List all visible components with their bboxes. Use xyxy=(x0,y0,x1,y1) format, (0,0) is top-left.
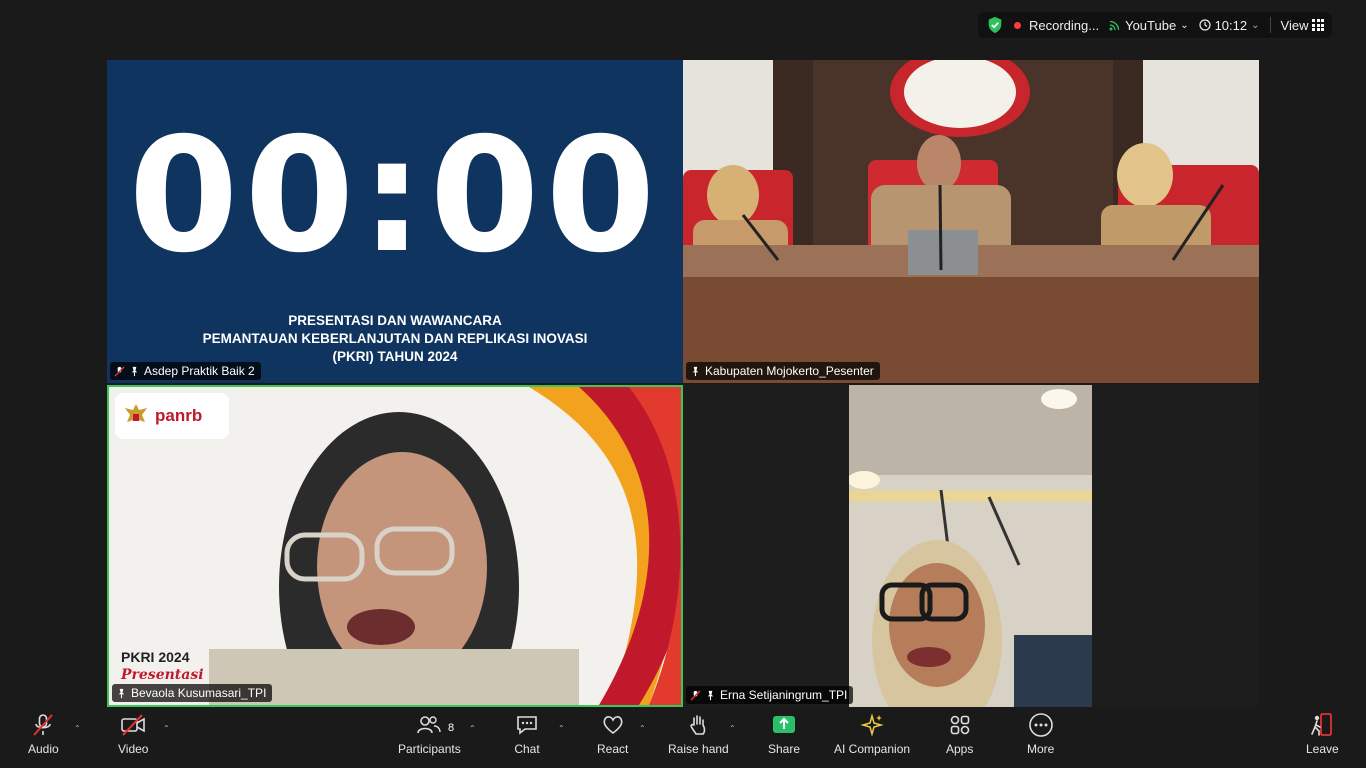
hand-icon xyxy=(685,712,711,738)
stream-label: YouTube xyxy=(1125,17,1177,33)
video-tile-asdep[interactable]: 00:00 PRESENTASI DAN WAWANCARA PEMANTAUA… xyxy=(107,60,683,383)
sparkle-icon xyxy=(859,712,885,738)
apps-label: Apps xyxy=(946,742,974,756)
share-screen-icon xyxy=(771,712,797,738)
divider xyxy=(1269,17,1271,33)
chevron-up-icon[interactable]: ⌃ xyxy=(558,724,565,733)
recording-dot-icon xyxy=(1014,21,1021,29)
more-label: More xyxy=(1027,742,1055,756)
participant-name: Erna Setijaningrum_TPI xyxy=(720,688,848,702)
raise-hand-button[interactable]: Raise hand xyxy=(668,712,729,756)
recording-label: Recording... xyxy=(1029,17,1100,33)
more-icon xyxy=(1028,712,1054,738)
chevron-up-icon[interactable]: ⌃ xyxy=(469,724,476,733)
pkri-subtitle: Presentasi xyxy=(121,667,204,683)
apps-button[interactable]: Apps xyxy=(946,712,973,756)
grid-view-icon xyxy=(1312,19,1325,31)
chat-label: Chat xyxy=(514,742,540,756)
security-shield-icon[interactable] xyxy=(986,16,1004,34)
leave-label: Leave xyxy=(1306,742,1339,756)
clock-icon xyxy=(1198,19,1211,31)
video-button[interactable]: Video xyxy=(118,712,148,756)
chevron-up-icon[interactable]: ⌃ xyxy=(74,724,81,733)
audio-button[interactable]: Audio xyxy=(28,712,59,756)
mic-muted-icon xyxy=(30,712,56,738)
participants-button[interactable]: Participants xyxy=(398,712,461,756)
participant-name-tag: Kabupaten Mojokerto_Pesenter xyxy=(686,362,880,380)
chat-button[interactable]: Chat xyxy=(514,712,540,756)
participants-count: 8 xyxy=(448,722,455,734)
pin-icon xyxy=(692,366,699,376)
participant-name: Bevaola Kusumasari_TPI xyxy=(131,686,267,700)
participant-name-tag: Bevaola Kusumasari_TPI xyxy=(112,684,273,702)
apps-icon xyxy=(947,712,973,738)
live-stream-indicator[interactable]: YouTube ⌄ xyxy=(1109,17,1189,33)
recording-indicator[interactable]: Recording... xyxy=(1014,18,1099,33)
meeting-toolbar: Audio ⌃ Video ⌃ Participants 8 ⌃ Chat ⌃ … xyxy=(0,708,1366,768)
live-signal-icon xyxy=(1109,20,1120,31)
react-button[interactable]: React xyxy=(597,712,628,756)
chevron-up-icon[interactable]: ⌃ xyxy=(639,724,646,733)
countdown-timer: 00:00 xyxy=(128,104,662,288)
video-off-icon xyxy=(120,712,146,738)
garuda-emblem-icon xyxy=(125,404,147,422)
participants-icon xyxy=(416,712,442,738)
leave-button[interactable]: Leave xyxy=(1306,712,1339,756)
react-label: React xyxy=(597,742,629,756)
participant-name-tag: Erna Setijaningrum_TPI xyxy=(686,686,854,704)
more-button[interactable]: More xyxy=(1027,712,1054,756)
leave-icon xyxy=(1309,712,1335,738)
participants-label: Participants xyxy=(398,742,461,756)
camera-feed-image xyxy=(683,60,1259,383)
chevron-down-icon: ⌄ xyxy=(1251,19,1260,31)
participant-name: Asdep Praktik Baik 2 xyxy=(144,364,255,378)
pin-icon xyxy=(707,690,714,700)
chevron-down-icon: ⌄ xyxy=(1180,19,1189,31)
view-label: View xyxy=(1280,17,1309,33)
camera-feed xyxy=(849,385,1092,707)
chat-icon xyxy=(514,712,540,738)
audio-label: Audio xyxy=(28,742,59,756)
chevron-up-icon[interactable]: ⌃ xyxy=(163,724,170,733)
heart-icon xyxy=(600,712,626,738)
muted-mic-icon xyxy=(114,365,125,377)
ai-companion-button[interactable]: AI Companion xyxy=(834,712,910,756)
share-label: Share xyxy=(768,742,801,756)
pkri-label: PKRI 2024 xyxy=(121,649,190,665)
slide-title-line: PRESENTASI DAN WAWANCARA xyxy=(288,313,502,328)
panrb-logo: panrb xyxy=(115,393,229,439)
video-label: Video xyxy=(118,742,149,756)
video-tile-bevaola[interactable]: panrb PKRI 2024 Presentasi Bevaola Kusum… xyxy=(107,385,683,707)
slide-title: PRESENTASI DAN WAWANCARA PEMANTAUAN KEBE… xyxy=(107,312,683,366)
camera-feed-image xyxy=(849,385,1092,707)
slide-title-line: PEMANTAUAN KEBERLANJUTAN DAN REPLIKASI I… xyxy=(202,331,588,346)
raise-hand-label: Raise hand xyxy=(668,742,729,756)
meeting-status-bar: Recording... YouTube ⌄ 10:12 ⌄ View xyxy=(978,12,1333,38)
pin-icon xyxy=(131,366,138,376)
video-tile-erna[interactable]: Erna Setijaningrum_TPI xyxy=(683,385,1259,707)
meeting-timer[interactable]: 10:12 ⌄ xyxy=(1198,17,1260,33)
brand-name: panrb xyxy=(155,406,203,425)
chevron-up-icon[interactable]: ⌃ xyxy=(729,724,736,733)
participant-name-tag: Asdep Praktik Baik 2 xyxy=(110,362,261,380)
meeting-time: 10:12 xyxy=(1214,17,1248,33)
muted-mic-icon xyxy=(690,689,701,701)
pin-icon xyxy=(118,688,125,698)
video-tile-mojokerto[interactable]: Kabupaten Mojokerto_Pesenter xyxy=(683,60,1259,383)
ai-companion-label: AI Companion xyxy=(834,742,911,756)
participant-name: Kabupaten Mojokerto_Pesenter xyxy=(705,364,874,378)
view-button[interactable]: View xyxy=(1281,18,1325,33)
share-button[interactable]: Share xyxy=(768,712,800,756)
